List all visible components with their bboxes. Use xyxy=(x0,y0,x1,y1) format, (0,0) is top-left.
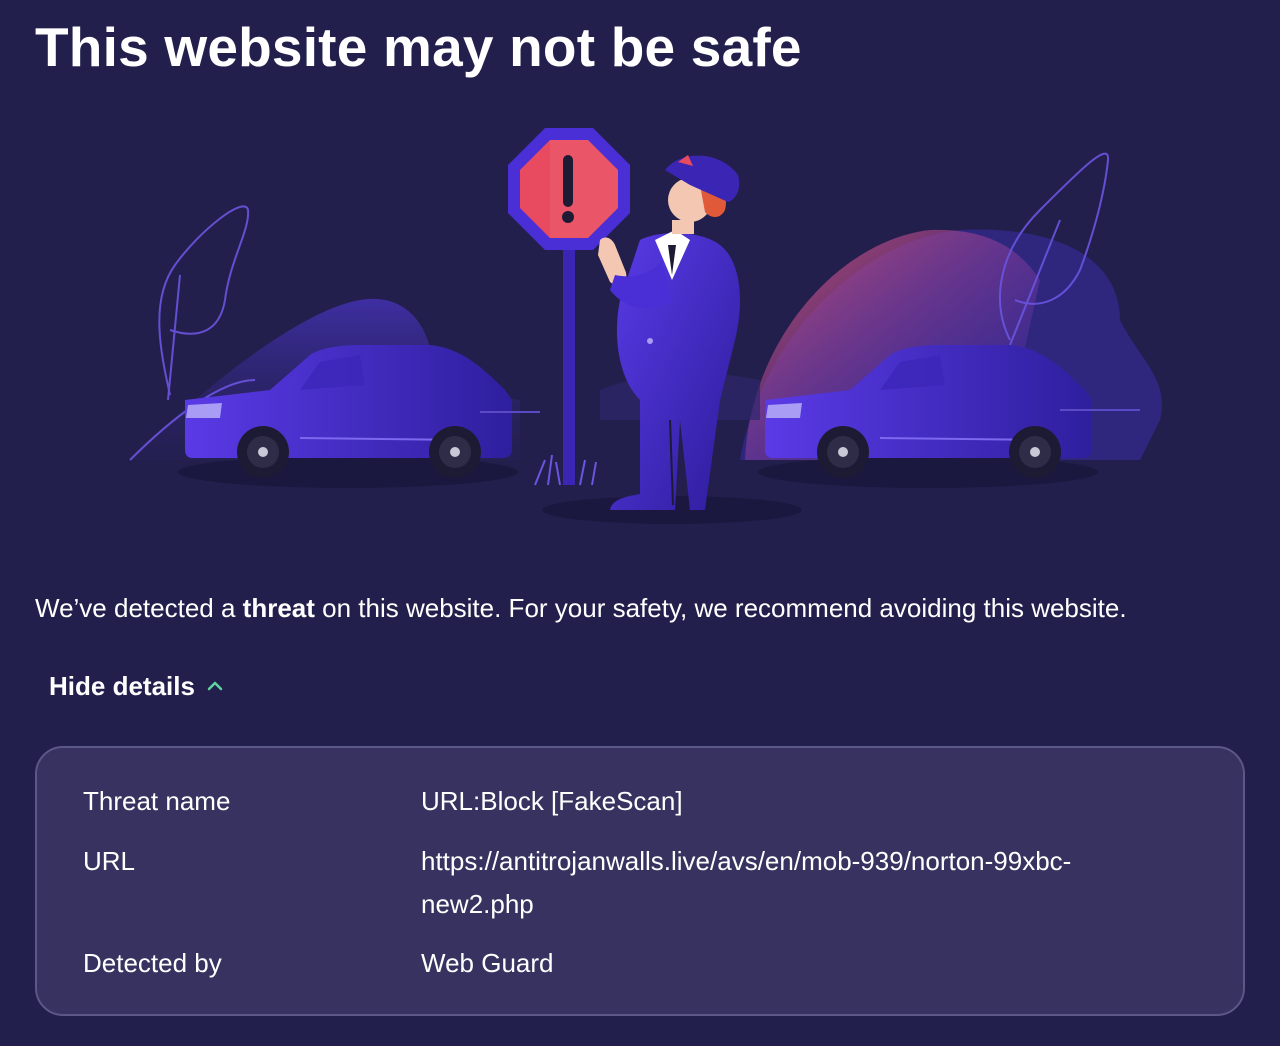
hide-details-toggle[interactable]: Hide details xyxy=(49,668,225,704)
hide-details-label: Hide details xyxy=(49,671,195,701)
detail-label: Threat name xyxy=(83,786,231,816)
warning-sign-graphic xyxy=(508,128,630,250)
warning-illustration xyxy=(129,128,1162,524)
threat-message-recommendation: on this website. For your safety, we rec… xyxy=(314,593,1127,623)
detail-value: URL:Block [FakeScan] xyxy=(421,786,683,816)
detail-value: Web Guard xyxy=(421,948,554,978)
threat-emphasis: threat xyxy=(242,593,315,623)
chevron-up-icon xyxy=(207,681,223,691)
detail-value: https://antitrojanwalls.live/avs/en/mob-… xyxy=(421,846,1072,919)
page-title: This website may not be safe xyxy=(35,16,802,78)
warning-page: This website may not be safe We’ve detec… xyxy=(0,0,1280,1046)
detail-label: Detected by xyxy=(83,948,222,978)
detail-label: URL xyxy=(83,846,136,876)
threat-details-panel: Threat name URL:Block [FakeScan] URL htt… xyxy=(35,746,1245,1016)
threat-message: We’ve detected a threat on this website.… xyxy=(35,590,1127,626)
threat-message-intro: We’ve detected a xyxy=(35,593,243,623)
